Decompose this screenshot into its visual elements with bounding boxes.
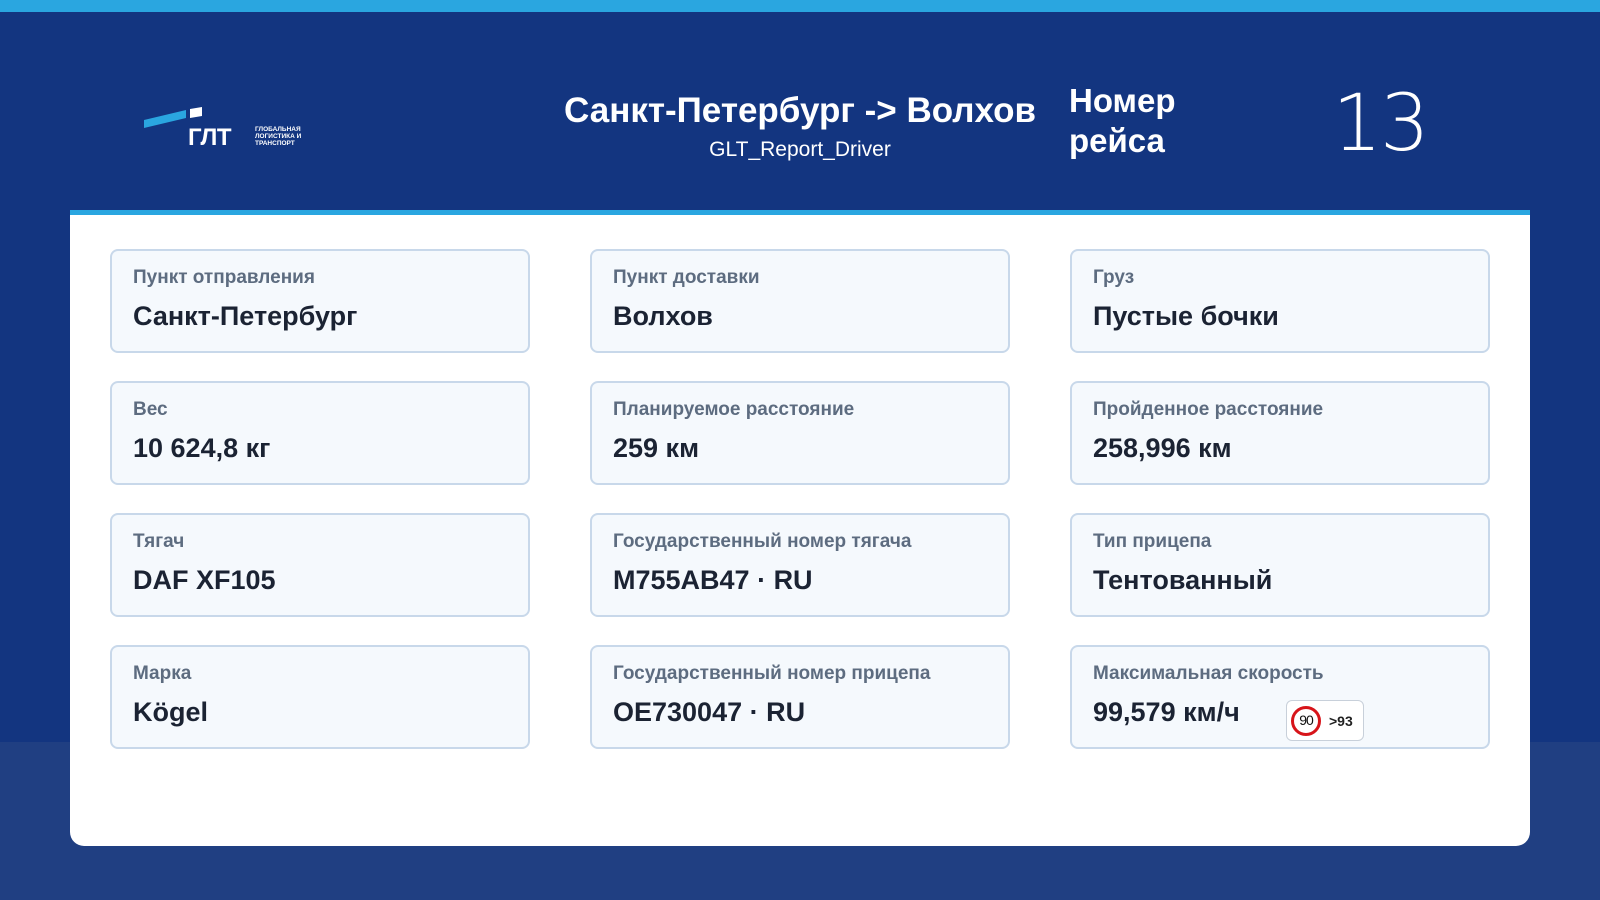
card-value: 259 км [613, 433, 700, 463]
card-value: Волхов [613, 301, 713, 331]
card-trailer-plate: Государственный номер прицепа OE730047 ·… [590, 645, 1010, 749]
report-name: GLT_Report_Driver [709, 138, 891, 161]
card-traveled-distance: Пройденное расстояние 258,996 км [1070, 381, 1490, 485]
card-trailer-type: Тип прицепа Тентованный [1070, 513, 1490, 617]
card-value: Kögel [133, 697, 209, 727]
logo-line-2: ЛОГИСТИКА И [255, 133, 302, 140]
card-departure: Пункт отправления Санкт-Петербург [110, 249, 530, 353]
card-delivery: Пункт доставки Волхов [590, 249, 1010, 353]
route-title: Санкт-Петербург -> Волхов [564, 91, 1036, 130]
speed-excess-value: >93 [1329, 713, 1353, 729]
card-value: Санкт-Петербург [133, 301, 358, 331]
card-value: 10 624,8 кг [133, 433, 271, 463]
card-value: DAF XF105 [133, 565, 276, 595]
card-tractor: Тягач DAF XF105 [110, 513, 530, 617]
card-label: Пройденное расстояние [1093, 399, 1324, 420]
card-planned-distance: Планируемое расстояние 259 км [590, 381, 1010, 485]
title-block: Санкт-Петербург -> Волхов GLT_Report_Dri… [540, 88, 1060, 164]
trip-number-value: 13 [1332, 79, 1429, 169]
card-label: Государственный номер прицепа [613, 663, 931, 684]
top-accent-stripe [0, 0, 1600, 12]
card-label: Государственный номер тягача [613, 531, 912, 552]
card-weight: Вес 10 624,8 кг [110, 381, 530, 485]
card-brand: Марка Kögel [110, 645, 530, 749]
card-label: Вес [133, 399, 168, 420]
info-panel: Пункт отправления Санкт-Петербург Пункт … [70, 210, 1530, 846]
logo-line-1: ГЛОБАЛЬНАЯ [255, 126, 301, 133]
card-label: Груз [1093, 267, 1135, 288]
card-label: Марка [133, 663, 192, 684]
logo-abbr: ГЛТ [188, 124, 232, 151]
glt-logo-icon: ГЛТ ГЛОБАЛЬНАЯ ЛОГИСТИКА И ТРАНСПОРТ [144, 107, 324, 157]
speed-excess-badge: 90 >93 [1286, 700, 1364, 741]
card-label: Пункт отправления [133, 267, 315, 288]
card-value: 258,996 км [1093, 433, 1232, 463]
trip-number-label: Номер рейса [1069, 82, 1176, 159]
card-value: Пустые бочки [1093, 301, 1279, 331]
card-label: Пункт доставки [613, 267, 760, 288]
card-value: 99,579 км/ч [1093, 697, 1240, 727]
speed-limit-sign-icon: 90 [1291, 706, 1321, 736]
logo-line-3: ТРАНСПОРТ [255, 140, 295, 147]
card-value: M755AB47 · RU [613, 565, 813, 595]
card-value: OE730047 · RU [613, 697, 806, 727]
card-label: Тип прицепа [1093, 531, 1212, 552]
card-max-speed: Максимальная скорость 99,579 км/ч 90 >93 [1070, 645, 1490, 749]
card-label: Планируемое расстояние [613, 399, 855, 420]
card-label: Тягач [133, 531, 185, 552]
card-value: Тентованный [1093, 565, 1273, 595]
card-cargo: Груз Пустые бочки [1070, 249, 1490, 353]
card-tractor-plate: Государственный номер тягача M755AB47 · … [590, 513, 1010, 617]
card-label: Максимальная скорость [1093, 663, 1324, 684]
